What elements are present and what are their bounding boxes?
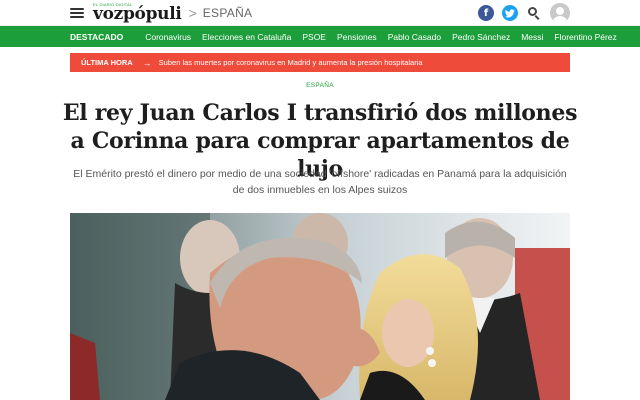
- nav-item-psoe[interactable]: PSOE: [302, 32, 326, 42]
- breadcrumb-section[interactable]: ESPAÑA: [203, 6, 253, 20]
- menu-icon[interactable]: [70, 7, 84, 18]
- nav-item-messi[interactable]: Messi: [521, 32, 543, 42]
- arrow-right-icon: →: [142, 57, 152, 68]
- article-section-tag[interactable]: ESPAÑA: [0, 82, 640, 89]
- site-logo[interactable]: EL DIARIO DIGITAL vozpópuli: [93, 2, 182, 24]
- twitter-icon[interactable]: [502, 5, 518, 21]
- topics-nav: DESTACADO Coronavirus Elecciones en Cata…: [0, 26, 640, 47]
- facebook-icon[interactable]: f: [478, 5, 494, 21]
- breaking-news-text[interactable]: Suben las muertes por coronavirus en Mad…: [159, 58, 423, 67]
- nav-item-pedro-sanchez[interactable]: Pedro Sánchez: [452, 32, 510, 42]
- nav-label: DESTACADO: [70, 31, 124, 42]
- search-icon[interactable]: [527, 6, 541, 20]
- article-photo-illustration: [70, 213, 570, 400]
- header-actions: f: [470, 0, 570, 26]
- nav-item-pablo-casado[interactable]: Pablo Casado: [388, 32, 441, 42]
- breaking-news-label: ÚLTIMA HORA: [81, 58, 133, 67]
- nav-item-pensiones[interactable]: Pensiones: [337, 32, 377, 42]
- breadcrumb-separator: >: [188, 4, 197, 21]
- nav-item-elecciones-cataluna[interactable]: Elecciones en Cataluña: [202, 32, 291, 42]
- article-subtitle: El Emérito prestó el dinero por medio de…: [73, 168, 567, 196]
- user-avatar-icon[interactable]: [550, 3, 570, 23]
- breaking-news-bar[interactable]: ÚLTIMA HORA → Suben las muertes por coro…: [70, 53, 570, 72]
- site-header: EL DIARIO DIGITAL vozpópuli > ESPAÑA f: [0, 0, 640, 26]
- logo-wordmark: vozpópuli: [93, 3, 182, 24]
- twitter-bird-icon: [505, 8, 515, 17]
- article-photo: [70, 213, 570, 400]
- nav-item-coronavirus[interactable]: Coronavirus: [145, 32, 191, 42]
- nav-item-florentino-perez[interactable]: Florentino Pérez: [554, 32, 616, 42]
